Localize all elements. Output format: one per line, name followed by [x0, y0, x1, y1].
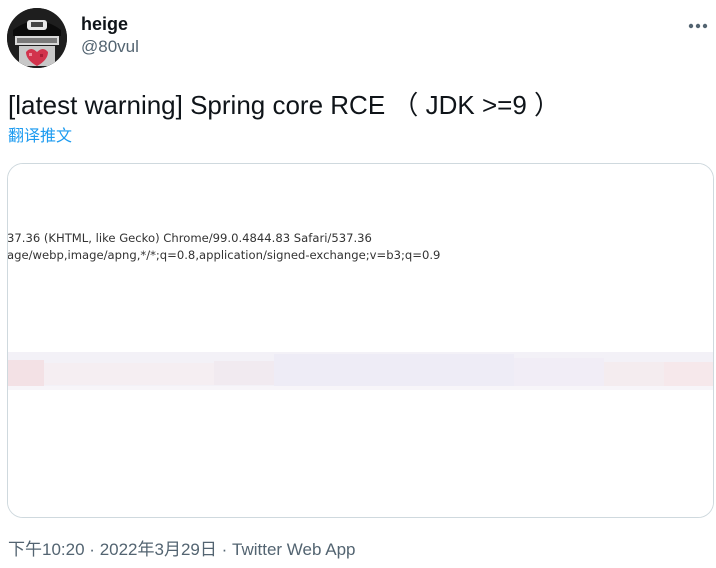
tweet: heige @80vul [latest warning] Spring cor…: [0, 0, 716, 568]
meta-separator: ·: [89, 540, 95, 559]
meta-separator-2: ·: [221, 540, 228, 559]
media-text-line-2: age/webp,image/apng,*/*;q=0.8,applicatio…: [8, 248, 440, 262]
display-name[interactable]: heige: [81, 12, 139, 36]
tweet-media[interactable]: 37.36 (KHTML, like Gecko) Chrome/99.0.48…: [7, 163, 714, 518]
tweet-source[interactable]: Twitter Web App: [232, 540, 355, 559]
tweet-meta: 下午10:20 · 2022年3月29日 · Twitter Web App: [8, 538, 355, 562]
blurred-region: [8, 352, 713, 390]
more-button[interactable]: [682, 10, 714, 42]
media-text-line-1: 37.36 (KHTML, like Gecko) Chrome/99.0.48…: [8, 231, 372, 245]
avatar[interactable]: [7, 8, 67, 68]
translate-tweet-link[interactable]: 翻译推文: [8, 127, 72, 147]
media-screenshot: 37.36 (KHTML, like Gecko) Chrome/99.0.48…: [8, 164, 713, 517]
avatar-image: [7, 8, 67, 68]
more-horizontal-icon: [688, 23, 708, 29]
tweet-text: [latest warning] Spring core RCE （ JDK >…: [8, 90, 561, 120]
author-info[interactable]: heige @80vul: [81, 12, 139, 58]
tweet-date[interactable]: 2022年3月29日: [100, 540, 217, 559]
tweet-time[interactable]: 下午10:20: [8, 540, 85, 559]
user-handle[interactable]: @80vul: [81, 36, 139, 58]
